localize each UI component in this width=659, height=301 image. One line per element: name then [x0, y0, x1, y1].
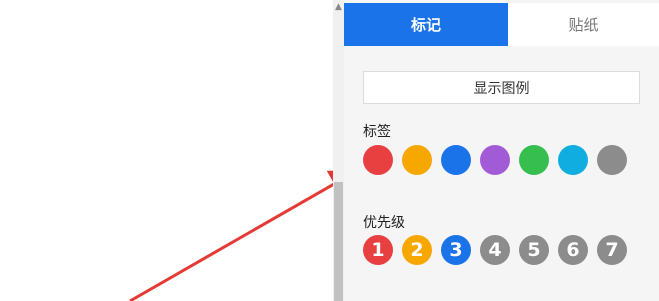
priority-3-icon[interactable]: 3	[441, 235, 471, 265]
scrollbar-thumb[interactable]	[334, 182, 343, 301]
tag-orange-dot[interactable]	[402, 145, 432, 175]
priority-5-icon[interactable]: 5	[519, 235, 549, 265]
priority-section-title: 优先级	[363, 215, 405, 231]
tag-gray-dot[interactable]	[597, 145, 627, 175]
scrollbar[interactable]: ▲	[333, 0, 344, 301]
annotation-arrow	[129, 169, 333, 301]
priority-2-icon[interactable]: 2	[402, 235, 432, 265]
panel-tabs: 标记 贴纸	[344, 3, 659, 46]
tag-blue-dot[interactable]	[441, 145, 471, 175]
priority-4-label: 4	[488, 239, 502, 261]
tag-red-dot[interactable]	[363, 145, 393, 175]
priority-1-label: 1	[371, 239, 385, 261]
priority-4-icon[interactable]: 4	[480, 235, 510, 265]
canvas-area[interactable]	[0, 0, 333, 301]
priority-2-label: 2	[410, 239, 424, 261]
scroll-up-icon[interactable]: ▲	[333, 0, 344, 14]
tag-color-row	[363, 145, 627, 175]
priority-1-icon[interactable]: 1	[363, 235, 393, 265]
tag-purple-dot[interactable]	[480, 145, 510, 175]
priority-7-label: 7	[605, 239, 619, 261]
priority-6-icon[interactable]: 6	[558, 235, 588, 265]
tab-markers[interactable]: 标记	[344, 3, 508, 46]
tab-stickers[interactable]: 贴纸	[508, 3, 659, 46]
priority-row: 1 2 3 4 5 6 7	[363, 235, 627, 265]
priority-5-label: 5	[527, 239, 541, 261]
priority-6-label: 6	[566, 239, 580, 261]
priority-7-icon[interactable]: 7	[597, 235, 627, 265]
tag-cyan-dot[interactable]	[558, 145, 588, 175]
show-legend-button[interactable]: 显示图例	[363, 71, 640, 104]
priority-3-label: 3	[449, 239, 463, 261]
marker-panel: 标记 贴纸 显示图例 标签 优先级 1 2 3 4 5 6 7	[344, 0, 659, 301]
tag-green-dot[interactable]	[519, 145, 549, 175]
tag-section-title: 标签	[363, 124, 391, 140]
